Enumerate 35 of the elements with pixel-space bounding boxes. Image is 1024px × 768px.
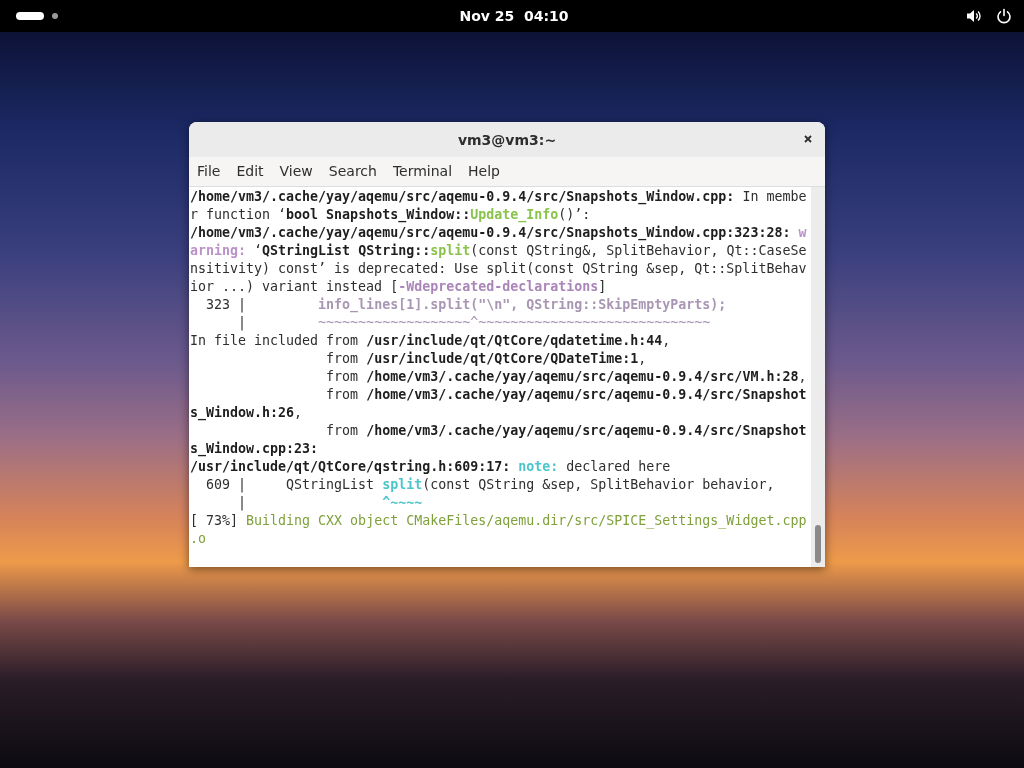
terminal-line: 609 | QStringList split(const QString &sep, SplitBehavior behavior,: [205, 476, 776, 494]
menu-item[interactable]: Terminal: [384, 157, 461, 186]
terminal-line: r function ‘bool Snapshots_Window::Update_Info()’:: [190, 206, 592, 224]
terminal-line: s_Window.h:26,: [190, 404, 304, 422]
terminal-line: arning: ‘QStringList QString::split(const QString&, SplitBehavior, Qt::CaseSe: [190, 242, 808, 260]
close-icon[interactable]: [803, 134, 813, 144]
terminal-line: nsitivity) const’ is deprecated: Use split(const QString &sep, Qt::SplitBehav: [190, 260, 808, 278]
clock[interactable]: Nov 25 04:10: [459, 8, 569, 24]
scrollbar-thumb[interactable]: [815, 525, 821, 563]
volume-icon[interactable]: [966, 8, 982, 24]
terminal-line: /home/vm3/.cache/yay/aqemu/src/aqemu-0.9.4/src/Snapshots_Window.cpp:323:28: w: [190, 224, 808, 242]
scrollbar[interactable]: [811, 187, 825, 567]
terminal-line: In file included from /usr/include/qt/QtCore/qdatetime.h:44,: [190, 332, 672, 350]
workspace-indicator-icon[interactable]: [16, 12, 44, 20]
terminal-line: from /home/vm3/.cache/yay/aqemu/src/aqemu-0.9.4/src/VM.h:28,: [325, 368, 808, 386]
terminal-line: from /home/vm3/.cache/yay/aqemu/src/aqemu-0.9.4/src/Snapshot: [325, 386, 808, 404]
terminal-line: /home/vm3/.cache/yay/aqemu/src/aqemu-0.9.4/src/Snapshots_Window.cpp: In membe: [190, 188, 808, 206]
workspace-dot-icon[interactable]: [52, 13, 58, 19]
terminal-line: 323 | info_lines[1].split("\n", QString::SkipEmptyParts);: [205, 296, 728, 314]
terminal-line: from /usr/include/qt/QtCore/QDateTime:1,: [325, 350, 648, 368]
menu-item[interactable]: File: [189, 157, 229, 186]
menu-item[interactable]: View: [271, 157, 321, 186]
terminal-line: [ 73%] Building CXX object CMakeFiles/aqemu.dir/src/SPICE_Settings_Widget.cpp: [190, 512, 808, 530]
terminal-line: /usr/include/qt/QtCore/qstring.h:609:17: note: declared here: [190, 458, 672, 476]
menu-item[interactable]: Search: [320, 157, 385, 186]
menu-item[interactable]: Edit: [228, 157, 272, 186]
terminal-line: ior ...) variant instead [-Wdeprecated-declarations]: [190, 278, 608, 296]
window-title: vm3@vm3:~: [457, 131, 557, 148]
terminal-line: .o: [190, 530, 207, 548]
power-icon[interactable]: [996, 8, 1012, 24]
terminal-line: | ~~~~~~~~~~~~~~~~~~~^~~~~~~~~~~~~~~~~~~~~~~~~~~~~~: [237, 314, 712, 332]
menu-item[interactable]: Help: [460, 157, 508, 186]
terminal-line: | ^~~~~: [237, 494, 424, 512]
terminal-line: from /home/vm3/.cache/yay/aqemu/src/aqemu-0.9.4/src/Snapshot: [325, 422, 808, 440]
terminal-line: s_Window.cpp:23:: [190, 440, 320, 458]
